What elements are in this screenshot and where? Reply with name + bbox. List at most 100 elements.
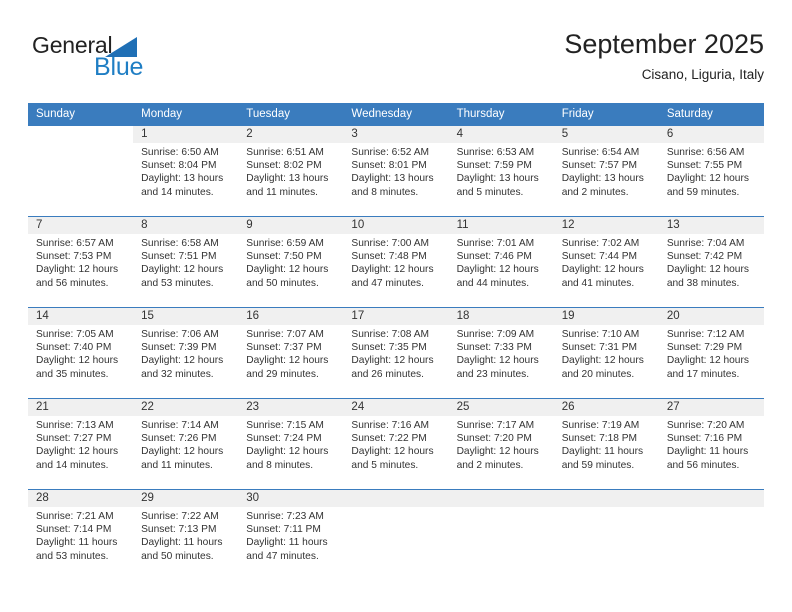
daylight-text-line2: and 44 minutes. xyxy=(456,277,530,289)
calendar-day-cell[interactable]: 22 Sunrise: 7:14 AM Sunset: 7:26 PM Dayligh… xyxy=(133,398,239,490)
sunset-text: Sunset: 8:02 PM xyxy=(246,160,322,172)
sunrise-text: Sunrise: 7:10 AM xyxy=(561,329,640,340)
day-number: 19 xyxy=(553,308,659,325)
sunset-text: Sunset: 7:46 PM xyxy=(456,251,532,263)
day-cell-inner: 1 Sunrise: 6:50 AM Sunset: 8:04 PM Daylight… xyxy=(133,126,239,216)
calendar-week-row: 21 Sunrise: 7:13 AM Sunset: 7:27 PM Dayligh… xyxy=(28,398,764,490)
calendar-container: Sunday Monday Tuesday Wednesday Thursday… xyxy=(28,103,764,580)
day-cell-inner: 20 Sunrise: 7:12 AM Sunset: 7:29 PM Dayligh… xyxy=(658,308,764,398)
calendar-day-cell[interactable]: 1 Sunrise: 6:50 AM Sunset: 8:04 PM Daylight… xyxy=(133,125,239,217)
calendar-day-cell[interactable]: 29 Sunrise: 7:22 AM Sunset: 7:13 PM Dayligh… xyxy=(133,489,239,580)
day-details: Sunrise: 6:50 AM Sunset: 8:04 PM Daylight:… xyxy=(133,143,238,199)
day-number xyxy=(448,490,554,507)
calendar-day-cell[interactable]: 9 Sunrise: 6:59 AM Sunset: 7:50 PM Daylight… xyxy=(238,216,344,308)
daylight-text-line2: and 14 minutes. xyxy=(36,459,109,471)
sunrise-text: Sunrise: 6:53 AM xyxy=(456,147,535,158)
day-cell-inner: 3 Sunrise: 6:52 AM Sunset: 8:01 PM Daylight… xyxy=(343,126,449,216)
daylight-text-line1: Daylight: 11 hours xyxy=(561,446,644,458)
sunrise-text: Sunrise: 7:17 AM xyxy=(456,420,535,431)
day-cell-inner: 7 Sunrise: 6:57 AM Sunset: 7:53 PM Daylight… xyxy=(28,217,134,307)
calendar-day-cell[interactable]: 23 Sunrise: 7:15 AM Sunset: 7:24 PM Dayligh… xyxy=(238,398,344,490)
calendar-day-cell[interactable]: 19 Sunrise: 7:10 AM Sunset: 7:31 PM Dayligh… xyxy=(553,307,659,399)
daylight-text-line2: and 53 minutes. xyxy=(36,550,109,562)
day-number: 27 xyxy=(658,399,764,416)
calendar-day-cell[interactable]: 15 Sunrise: 7:06 AM Sunset: 7:39 PM Dayligh… xyxy=(133,307,239,399)
daylight-text-line2: and 47 minutes. xyxy=(351,277,424,289)
day-number: 1 xyxy=(133,126,239,143)
sunrise-text: Sunrise: 7:19 AM xyxy=(561,420,640,431)
calendar-day-cell[interactable]: 21 Sunrise: 7:13 AM Sunset: 7:27 PM Dayligh… xyxy=(28,398,134,490)
calendar-day-cell[interactable]: 18 Sunrise: 7:09 AM Sunset: 7:33 PM Dayligh… xyxy=(448,307,554,399)
daylight-text-line1: Daylight: 13 hours xyxy=(351,173,434,185)
daylight-text-line1: Daylight: 12 hours xyxy=(456,446,539,458)
day-number: 4 xyxy=(448,126,554,143)
daylight-text-line1: Daylight: 12 hours xyxy=(351,446,434,458)
sunrise-text: Sunrise: 7:21 AM xyxy=(36,511,114,522)
daylight-text-line2: and 47 minutes. xyxy=(246,550,319,562)
daylight-text-line1: Daylight: 12 hours xyxy=(246,264,329,276)
day-cell-inner: 8 Sunrise: 6:58 AM Sunset: 7:51 PM Daylight… xyxy=(133,217,239,307)
calendar-day-cell[interactable]: 26 Sunrise: 7:19 AM Sunset: 7:18 PM Dayligh… xyxy=(553,398,659,490)
calendar-empty-cell xyxy=(343,489,449,580)
calendar-day-cell[interactable]: 5 Sunrise: 6:54 AM Sunset: 7:57 PM Daylight… xyxy=(553,125,659,217)
daylight-text-line1: Daylight: 12 hours xyxy=(141,264,224,276)
sunset-text: Sunset: 7:11 PM xyxy=(246,524,321,536)
daylight-text-line2: and 50 minutes. xyxy=(246,277,319,289)
calendar-day-cell[interactable]: 24 Sunrise: 7:16 AM Sunset: 7:22 PM Dayligh… xyxy=(343,398,449,490)
calendar-day-cell[interactable]: 7 Sunrise: 6:57 AM Sunset: 7:53 PM Daylight… xyxy=(28,216,134,308)
calendar-day-cell[interactable]: 11 Sunrise: 7:01 AM Sunset: 7:46 PM Dayligh… xyxy=(448,216,554,308)
sunrise-text: Sunrise: 6:52 AM xyxy=(351,147,430,158)
sunrise-text: Sunrise: 7:13 AM xyxy=(36,420,114,431)
calendar-day-cell[interactable]: 4 Sunrise: 6:53 AM Sunset: 7:59 PM Daylight… xyxy=(448,125,554,217)
daylight-text-line2: and 35 minutes. xyxy=(36,368,109,380)
sunrise-text: Sunrise: 7:22 AM xyxy=(141,511,219,522)
calendar-header-row: Sunday Monday Tuesday Wednesday Thursday… xyxy=(28,103,764,126)
calendar-day-cell[interactable]: 3 Sunrise: 6:52 AM Sunset: 8:01 PM Daylight… xyxy=(343,125,449,217)
sunset-text: Sunset: 7:16 PM xyxy=(666,433,743,445)
day-number: 23 xyxy=(238,399,344,416)
daylight-text-line1: Daylight: 11 hours xyxy=(141,537,223,549)
calendar-day-cell[interactable]: 12 Sunrise: 7:02 AM Sunset: 7:44 PM Dayligh… xyxy=(553,216,659,308)
daylight-text-line2: and 8 minutes. xyxy=(351,186,419,198)
calendar-day-cell[interactable]: 27 Sunrise: 7:20 AM Sunset: 7:16 PM Dayligh… xyxy=(658,398,764,490)
sunset-text: Sunset: 7:27 PM xyxy=(36,433,112,445)
sunrise-text: Sunrise: 7:09 AM xyxy=(456,329,535,340)
day-number: 6 xyxy=(658,126,764,143)
calendar-day-cell[interactable]: 13 Sunrise: 7:04 AM Sunset: 7:42 PM Dayligh… xyxy=(658,216,764,308)
sunset-text: Sunset: 7:53 PM xyxy=(36,251,112,263)
day-details: Sunrise: 6:59 AM Sunset: 7:50 PM Daylight:… xyxy=(238,234,343,290)
calendar-day-cell[interactable]: 17 Sunrise: 7:08 AM Sunset: 7:35 PM Dayligh… xyxy=(343,307,449,399)
sunrise-text: Sunrise: 7:02 AM xyxy=(561,238,640,249)
sunrise-text: Sunrise: 7:15 AM xyxy=(246,420,324,431)
calendar-day-cell[interactable]: 16 Sunrise: 7:07 AM Sunset: 7:37 PM Dayligh… xyxy=(238,307,344,399)
sunrise-text: Sunrise: 6:59 AM xyxy=(246,238,324,249)
page-header: General Blue September 2025 Cisano, Ligu… xyxy=(28,28,764,96)
calendar-day-cell[interactable]: 10 Sunrise: 7:00 AM Sunset: 7:48 PM Dayligh… xyxy=(343,216,449,308)
day-details: Sunrise: 7:09 AM Sunset: 7:33 PM Daylight:… xyxy=(449,325,554,381)
sunrise-text: Sunrise: 7:23 AM xyxy=(246,511,324,522)
general-blue-logo[interactable]: General Blue xyxy=(32,32,232,92)
day-details: Sunrise: 7:20 AM Sunset: 7:16 PM Daylight:… xyxy=(659,416,764,472)
calendar-day-cell[interactable]: 14 Sunrise: 7:05 AM Sunset: 7:40 PM Dayligh… xyxy=(28,307,134,399)
calendar-day-cell[interactable]: 28 Sunrise: 7:21 AM Sunset: 7:14 PM Dayligh… xyxy=(28,489,134,580)
calendar-day-cell[interactable]: 25 Sunrise: 7:17 AM Sunset: 7:20 PM Dayligh… xyxy=(448,398,554,490)
calendar-empty-cell xyxy=(553,489,659,580)
calendar-empty-cell xyxy=(658,489,764,580)
calendar-week-row: 1 Sunrise: 6:50 AM Sunset: 8:04 PM Daylight… xyxy=(28,125,764,217)
calendar-day-cell[interactable]: 8 Sunrise: 6:58 AM Sunset: 7:51 PM Daylight… xyxy=(133,216,239,308)
day-details: Sunrise: 6:58 AM Sunset: 7:51 PM Daylight:… xyxy=(133,234,238,290)
sunset-text: Sunset: 8:01 PM xyxy=(351,160,427,172)
calendar-day-cell[interactable]: 20 Sunrise: 7:12 AM Sunset: 7:29 PM Dayligh… xyxy=(658,307,764,399)
sunset-text: Sunset: 7:22 PM xyxy=(351,433,427,445)
calendar-day-cell[interactable]: 30 Sunrise: 7:23 AM Sunset: 7:11 PM Dayligh… xyxy=(238,489,344,580)
day-cell-inner xyxy=(28,126,133,216)
sunset-text: Sunset: 8:04 PM xyxy=(141,160,217,172)
calendar-day-cell[interactable]: 6 Sunrise: 6:56 AM Sunset: 7:55 PM Daylight… xyxy=(658,125,764,217)
daylight-text-line2: and 56 minutes. xyxy=(36,277,109,289)
sunset-text: Sunset: 7:37 PM xyxy=(246,342,322,354)
day-cell-inner: 21 Sunrise: 7:13 AM Sunset: 7:27 PM Dayligh… xyxy=(28,399,134,489)
day-number: 28 xyxy=(28,490,134,507)
calendar-day-cell[interactable]: 2 Sunrise: 6:51 AM Sunset: 8:02 PM Daylight… xyxy=(238,125,344,217)
daylight-text-line2: and 26 minutes. xyxy=(351,368,424,380)
daylight-text-line2: and 5 minutes. xyxy=(351,459,419,471)
